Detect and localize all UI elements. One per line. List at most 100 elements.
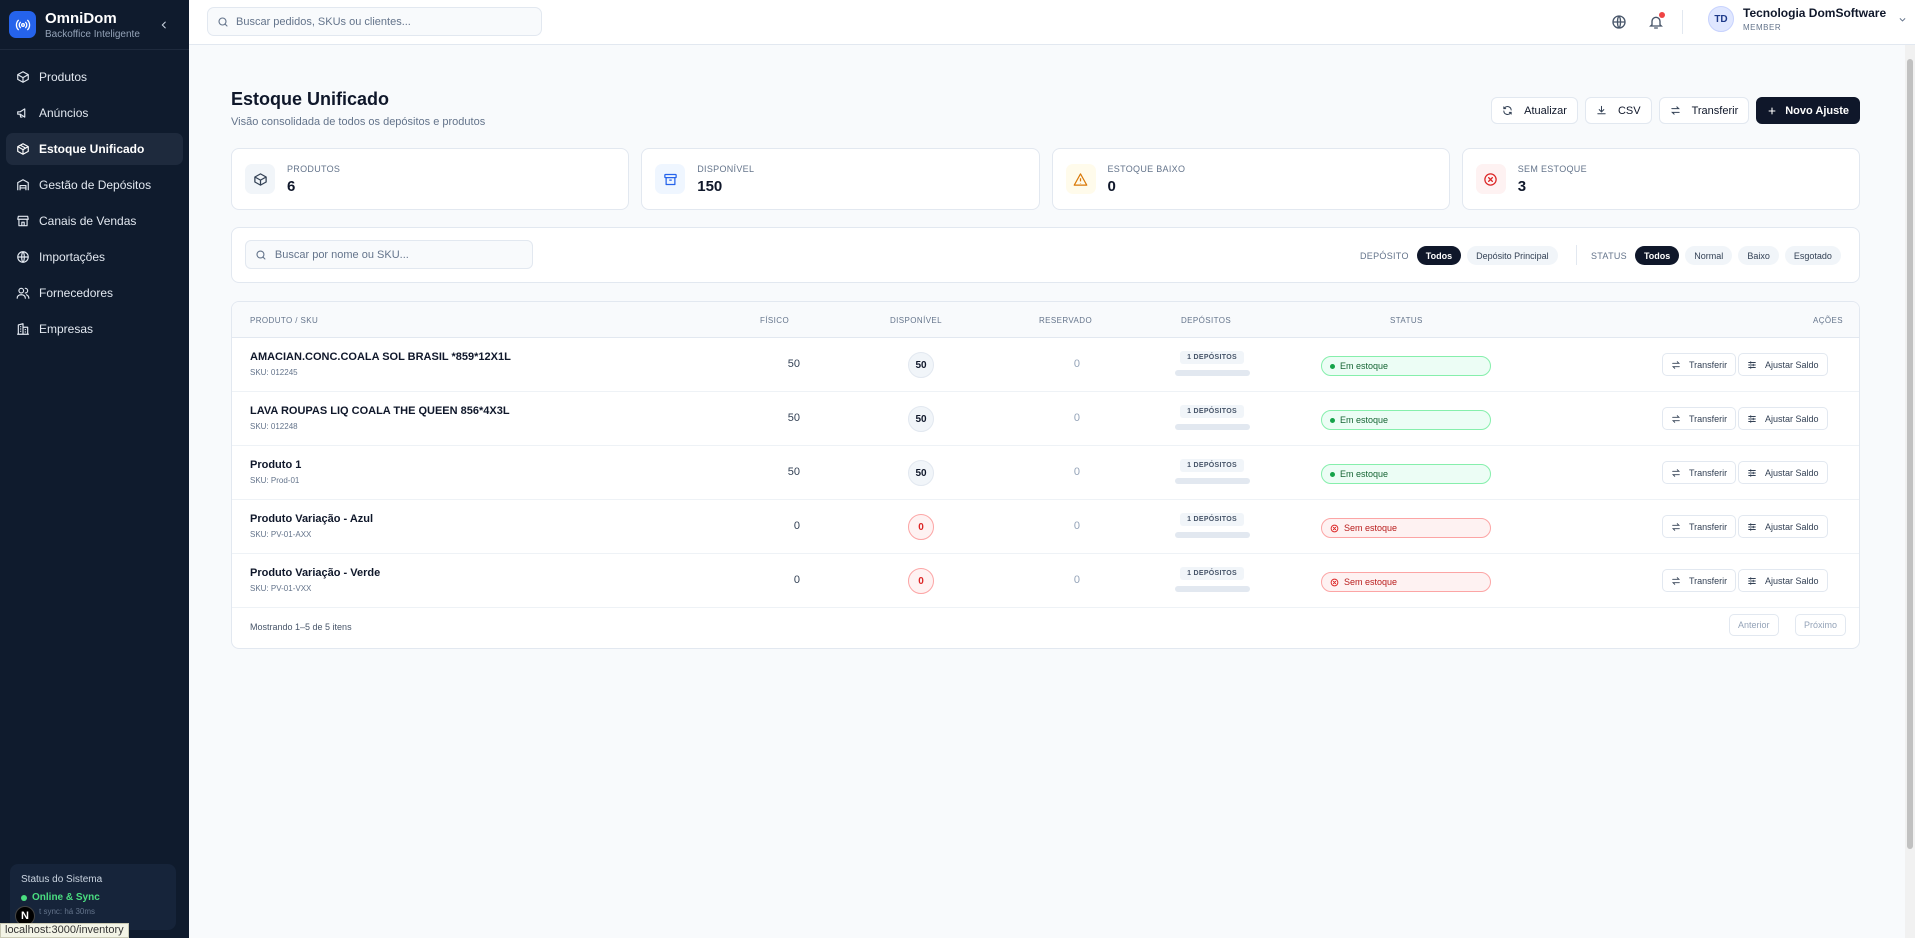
col-deposits: Depósitos — [1181, 316, 1232, 325]
plus-icon — [1768, 107, 1776, 114]
reserved-qty: 0 — [1073, 412, 1080, 424]
status-label: Em estoque — [1340, 361, 1389, 371]
status-label: Sem estoque — [1344, 523, 1398, 533]
page-scrollbar[interactable] — [1905, 45, 1915, 938]
new-adjust-label: Novo Ajuste — [1785, 104, 1849, 117]
refresh-icon — [1503, 106, 1512, 115]
sidebar-item-produtos[interactable]: Produtos — [6, 61, 183, 93]
notification-dot — [1659, 12, 1665, 18]
status-option-todos[interactable]: Todos — [1634, 246, 1680, 265]
sidebar-item-importacoes[interactable]: Importações — [6, 241, 183, 273]
pagination-next-button[interactable]: Próximo — [1795, 614, 1847, 636]
refresh-button[interactable]: Atualizar — [1491, 97, 1578, 124]
sidebar-item-empresas[interactable]: Empresas — [6, 313, 183, 345]
system-status-title: Status do Sistema — [21, 874, 103, 885]
product-name: Produto 1 — [250, 459, 302, 471]
row-adjust-button[interactable]: Ajustar Saldo — [1738, 515, 1828, 538]
system-online-label: Online & Sync — [32, 892, 100, 903]
sliders-icon — [1748, 414, 1756, 423]
deposit-filter: DEPÓSITO Todos Depósito Principal — [1360, 246, 1558, 265]
transfer-icon — [1670, 106, 1680, 115]
transfer-icon — [1671, 414, 1681, 423]
deposits-bar — [1175, 424, 1250, 430]
user-menu[interactable]: TD Tecnologia DomSoftware MEMBER — [1708, 6, 1907, 32]
new-adjust-button[interactable]: Novo Ajuste — [1756, 97, 1860, 124]
pagination-prev-button[interactable]: Anterior — [1729, 614, 1779, 636]
status-option-baixo[interactable]: Baixo — [1738, 246, 1779, 265]
sliders-icon — [1748, 468, 1756, 477]
global-search-input[interactable] — [236, 15, 526, 28]
chevron-left-icon — [161, 21, 166, 29]
row-transfer-button[interactable]: Transferir — [1662, 353, 1737, 376]
status-filter: STATUS Todos Normal Baixo Esgotado — [1591, 246, 1841, 265]
search-icon — [218, 16, 228, 27]
sidebar-item-label: Importações — [39, 250, 106, 264]
topbar: TD Tecnologia DomSoftware MEMBER — [189, 0, 1915, 45]
product-search-input[interactable] — [274, 248, 523, 261]
product-name: AMACIAN.CONC.COALA SOL BRASIL *859*12X1L — [250, 351, 511, 363]
deposits-bar — [1175, 478, 1250, 484]
table-body: AMACIAN.CONC.COALA SOL BRASIL *859*12X1L… — [232, 338, 1859, 608]
deposits-badge: 1 DEPÓSITOS — [1180, 513, 1244, 526]
transfer-button[interactable]: Transferir — [1658, 97, 1750, 124]
stats-row: Produtos 6 Disponível 150 Estoque Baixo … — [231, 148, 1860, 210]
deposits-badge: 1 DEPÓSITOS — [1180, 459, 1244, 472]
status-option-normal[interactable]: Normal — [1685, 246, 1733, 265]
package-icon — [17, 143, 29, 155]
sidebar-item-gestao-depositos[interactable]: Gestão de Depósitos — [6, 169, 183, 201]
megaphone-icon — [17, 108, 26, 118]
available-qty: 50 — [908, 352, 934, 378]
deposit-option-todos[interactable]: Todos — [1416, 246, 1462, 265]
download-icon — [1597, 105, 1606, 115]
row-adjust-button[interactable]: Ajustar Saldo — [1738, 569, 1828, 592]
stat-label: Sem Estoque — [1517, 163, 1587, 174]
language-button[interactable] — [1609, 12, 1629, 32]
sidebar-item-fornecedores[interactable]: Fornecedores — [6, 277, 183, 309]
row-adjust-button[interactable]: Ajustar Saldo — [1738, 353, 1828, 376]
export-csv-label: CSV — [1617, 104, 1641, 117]
row-adjust-label: Ajustar Saldo — [1765, 521, 1819, 532]
row-transfer-button[interactable]: Transferir — [1662, 569, 1737, 592]
box-icon — [17, 71, 29, 83]
stat-card-out-of-stock: Sem Estoque 3 — [1461, 148, 1860, 210]
store-icon — [17, 215, 29, 227]
export-csv-button[interactable]: CSV — [1584, 97, 1652, 124]
row-adjust-button[interactable]: Ajustar Saldo — [1738, 407, 1828, 430]
row-transfer-label: Transferir — [1689, 413, 1728, 424]
row-transfer-button[interactable]: Transferir — [1662, 461, 1737, 484]
sidebar-item-anuncios[interactable]: Anúncios — [6, 97, 183, 129]
sidebar-item-label: Canais de Vendas — [39, 214, 137, 228]
physical-qty: 50 — [787, 358, 800, 370]
browser-status-url: localhost:3000/inventory — [0, 923, 129, 938]
product-search[interactable] — [245, 240, 533, 269]
global-search[interactable] — [207, 7, 542, 36]
status-option-esgotado[interactable]: Esgotado — [1784, 246, 1841, 265]
brand-subtitle: Backoffice Inteligente — [45, 28, 140, 40]
col-product: Produto / SKU — [250, 316, 319, 325]
sidebar-item-canais-vendas[interactable]: Canais de Vendas — [6, 205, 183, 237]
stat-label: Produtos — [287, 163, 341, 174]
sidebar-item-label: Fornecedores — [39, 286, 114, 300]
status-badge: Sem estoque — [1321, 572, 1491, 592]
deposit-option-principal[interactable]: Depósito Principal — [1467, 246, 1558, 265]
product-name: LAVA ROUPAS LIQ COALA THE QUEEN 856*4X3L — [250, 405, 510, 417]
row-transfer-label: Transferir — [1689, 521, 1728, 532]
row-transfer-button[interactable]: Transferir — [1662, 407, 1737, 430]
transfer-icon — [1671, 360, 1681, 369]
reserved-qty: 0 — [1073, 520, 1080, 532]
stat-value: 6 — [287, 177, 296, 195]
x-circle-icon — [1330, 524, 1339, 532]
row-transfer-button[interactable]: Transferir — [1662, 515, 1737, 538]
collapse-sidebar-button[interactable] — [157, 18, 171, 32]
sidebar-item-estoque-unificado[interactable]: Estoque Unificado — [6, 133, 183, 165]
search-icon — [256, 249, 266, 260]
warehouse-icon — [17, 179, 29, 191]
status-label: Em estoque — [1340, 415, 1389, 425]
notifications-button[interactable] — [1646, 12, 1666, 32]
system-status-card: Status do Sistema Online & Sync t sync: … — [10, 864, 176, 930]
col-physical: Físico — [760, 316, 790, 325]
row-adjust-button[interactable]: Ajustar Saldo — [1738, 461, 1828, 484]
product-sku: SKU: 012248 — [250, 422, 298, 431]
scrollbar-thumb[interactable] — [1907, 59, 1913, 849]
x-circle-icon — [1475, 164, 1506, 194]
